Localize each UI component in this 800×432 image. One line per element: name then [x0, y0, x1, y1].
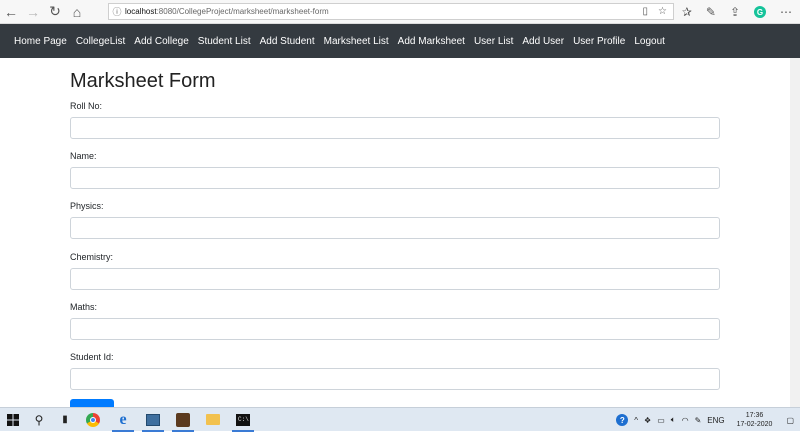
rose-app-icon: [176, 412, 190, 427]
volume-icon[interactable]: 🔈︎: [671, 415, 676, 425]
forward-arrow-icon: →: [26, 3, 40, 20]
system-tray: ? ^ ❖ ▭ 🔈︎ ◠ ✎ ENG 17:36 17-02-2020 ▢: [616, 408, 800, 432]
nav-college-list[interactable]: CollegeList: [76, 36, 125, 47]
url-path: :8080/CollegeProject/marksheet/marksheet…: [156, 7, 329, 16]
share-icon[interactable]: ⇪: [730, 5, 740, 19]
nav-add-user[interactable]: Add User: [522, 36, 564, 47]
browser-toolbar: ← → ↻ ⌂ ⓘ localhost:8080/CollegeProject/…: [0, 0, 800, 24]
browser-actions: ✰ ✎ ⇪ G ⋯: [682, 0, 792, 24]
task-view-button[interactable]: ▮: [52, 408, 78, 432]
roll-no-label: Roll No:: [70, 101, 103, 111]
physics-input[interactable]: [70, 217, 720, 239]
nav-student-list[interactable]: Student List: [198, 36, 251, 47]
clock[interactable]: 17:36 17-02-2020: [737, 411, 773, 429]
main-navbar: Home Page CollegeList Add College Studen…: [0, 24, 800, 58]
maths-input[interactable]: [70, 318, 720, 340]
page-title: Marksheet Form: [70, 70, 216, 92]
nav-logout[interactable]: Logout: [634, 36, 665, 47]
pen-workspace-icon[interactable]: ✎: [695, 416, 702, 425]
taskbar-command-prompt[interactable]: C:\: [228, 408, 258, 432]
star-icon[interactable]: ☆: [658, 6, 667, 17]
refresh-button[interactable]: ↻: [44, 1, 66, 23]
taskbar-file-explorer[interactable]: [198, 408, 228, 432]
app-window-icon: [146, 413, 160, 426]
forward-button[interactable]: →: [22, 1, 44, 23]
battery-icon[interactable]: ▭: [657, 416, 665, 425]
url-host: localhost: [125, 7, 157, 16]
url-text[interactable]: localhost:8080/CollegeProject/marksheet/…: [125, 7, 643, 16]
refresh-icon: ↻: [49, 3, 61, 19]
physics-label: Physics:: [70, 201, 104, 211]
page-scrollbar[interactable]: [790, 58, 800, 407]
grammarly-icon[interactable]: G: [754, 6, 766, 18]
favorites-icon[interactable]: ✰: [682, 5, 692, 19]
name-label: Name:: [70, 151, 97, 161]
nav-add-college[interactable]: Add College: [134, 36, 188, 47]
chevron-up-icon[interactable]: ^: [634, 416, 638, 425]
maths-label: Maths:: [70, 302, 98, 312]
chemistry-label: Chemistry:: [70, 252, 114, 262]
task-view-icon: ▮: [62, 414, 68, 425]
nav-user-list[interactable]: User List: [474, 36, 513, 47]
nav-add-marksheet[interactable]: Add Marksheet: [398, 36, 465, 47]
nav-add-student[interactable]: Add Student: [260, 36, 315, 47]
network-icon[interactable]: ◠: [682, 416, 689, 425]
taskbar-app-window[interactable]: [138, 408, 168, 432]
clock-time: 17:36: [745, 412, 764, 419]
back-button[interactable]: ←: [0, 1, 22, 23]
reading-view-icon[interactable]: ▯: [643, 6, 649, 17]
windows-icon: [7, 413, 19, 426]
more-icon[interactable]: ⋯: [780, 5, 792, 19]
info-icon[interactable]: ⓘ: [109, 5, 125, 18]
pen-icon[interactable]: ✎: [706, 5, 716, 19]
language-indicator[interactable]: ENG: [707, 416, 724, 425]
nav-user-profile[interactable]: User Profile: [573, 36, 625, 47]
student-id-label: Student Id:: [70, 352, 114, 362]
nav-marksheet-list[interactable]: Marksheet List: [324, 36, 389, 47]
student-id-input[interactable]: [70, 368, 720, 390]
edge-icon: e: [119, 410, 127, 428]
search-icon: ⚲: [34, 412, 44, 427]
terminal-icon: C:\: [236, 413, 250, 426]
notifications-icon[interactable]: ▢: [786, 416, 794, 425]
home-button[interactable]: ⌂: [66, 1, 88, 23]
name-input[interactable]: [70, 167, 720, 189]
nav-home-page[interactable]: Home Page: [14, 36, 67, 47]
search-button[interactable]: ⚲: [26, 408, 52, 432]
address-bar[interactable]: ⓘ localhost:8080/CollegeProject/markshee…: [108, 3, 674, 20]
chemistry-input[interactable]: [70, 268, 720, 290]
taskbar-rose-app[interactable]: [168, 408, 198, 432]
folder-icon: [206, 414, 220, 425]
dropbox-icon[interactable]: ❖: [644, 416, 651, 425]
taskbar-chrome[interactable]: [78, 408, 108, 432]
chrome-icon: [86, 412, 100, 427]
roll-no-input[interactable]: [70, 117, 720, 139]
help-icon[interactable]: ?: [616, 414, 629, 426]
clock-date: 17-02-2020: [736, 421, 773, 428]
start-button[interactable]: [0, 408, 26, 432]
windows-taskbar: ⚲ ▮ e C:\ ? ^ ❖ ▭ 🔈︎ ◠ ✎ ENG 17:36 17-02…: [0, 407, 800, 432]
home-icon: ⌂: [72, 3, 82, 20]
taskbar-edge[interactable]: e: [108, 408, 138, 432]
back-arrow-icon: ←: [4, 3, 18, 20]
